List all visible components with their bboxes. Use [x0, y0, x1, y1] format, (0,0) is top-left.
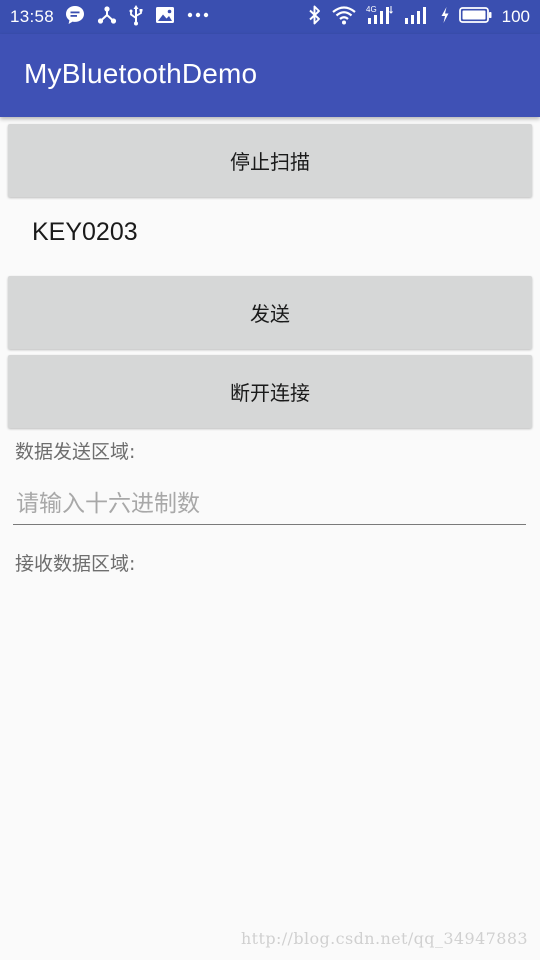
battery-icon: [458, 4, 493, 31]
system-icons: 4G 100: [307, 4, 530, 31]
stop-scan-button[interactable]: 停止扫描: [8, 124, 532, 197]
send-area-label: 数据发送区域:: [15, 441, 136, 463]
network-type-label: 4G: [366, 5, 377, 14]
image-icon: [154, 4, 176, 31]
message-icon: [64, 4, 86, 31]
wifi-icon: [331, 4, 357, 31]
charging-icon: [439, 4, 451, 31]
device-list-item[interactable]: KEY0203: [32, 218, 138, 247]
signal-4g-icon: 4G: [365, 4, 395, 31]
battery-percent: 100: [501, 7, 530, 26]
disconnect-button[interactable]: 断开连接: [8, 355, 532, 428]
bluetooth-icon: [307, 4, 323, 31]
app-title: MyBluetoothDemo: [24, 58, 258, 89]
send-button[interactable]: 发送: [8, 276, 532, 349]
hex-data-input[interactable]: [13, 484, 526, 525]
share-icon: [96, 4, 118, 31]
signal-icon: [403, 4, 431, 31]
notification-icons: [64, 4, 210, 31]
status-time: 13:58: [10, 7, 55, 26]
usb-icon: [128, 4, 144, 31]
receive-area-label: 接收数据区域:: [15, 553, 136, 575]
app-bar: MyBluetoothDemo: [0, 34, 540, 117]
watermark: http://blog.csdn.net/qq_34947883: [240, 929, 528, 948]
status-bar: 13:58 4G 100: [0, 0, 540, 34]
more-dots-icon: [186, 4, 210, 31]
